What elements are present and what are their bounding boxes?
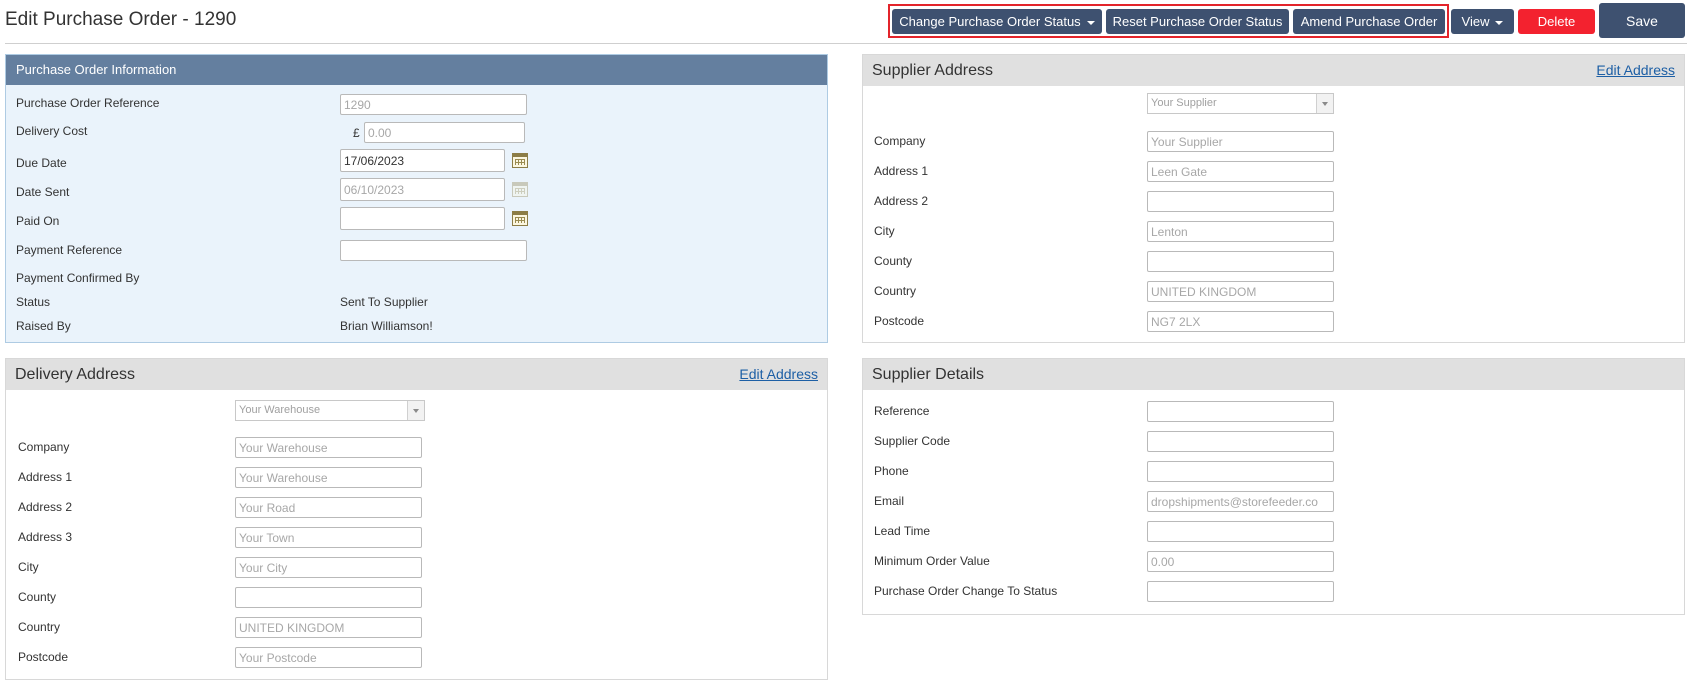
calendar-icon[interactable] (512, 153, 528, 168)
paid-on-input[interactable] (340, 207, 505, 230)
supplier-reference-label: Reference (874, 404, 930, 418)
supplier-city-label: City (874, 224, 895, 238)
delivery-cost-input[interactable] (364, 122, 525, 143)
supplier-postcode-label: Postcode (874, 314, 925, 328)
paid-on-label: Paid On (16, 214, 60, 228)
save-button[interactable]: Save (1599, 3, 1685, 38)
amend-order-button[interactable]: Amend Purchase Order (1293, 9, 1445, 34)
po-change-status-label: Purchase Order Change To Status (874, 584, 1058, 598)
caret-down-icon (1086, 20, 1095, 25)
warehouse-select-value: Your Warehouse (239, 404, 321, 416)
delivery-company-input[interactable] (235, 437, 422, 458)
raised-by-value: Brian Williamson! (340, 319, 433, 333)
po-info-title: Purchase Order Information (6, 55, 827, 85)
raised-by-label: Raised By (16, 319, 71, 333)
supplier-address-panel: Supplier Address Edit Address Your Suppl… (862, 54, 1685, 343)
supplier-phone-label: Phone (874, 464, 909, 478)
currency-symbol: £ (353, 126, 360, 140)
edit-delivery-address-link[interactable]: Edit Address (739, 359, 818, 390)
supplier-email-label: Email (874, 494, 905, 508)
supplier-code-label: Supplier Code (874, 434, 951, 448)
caret-down-icon (1495, 20, 1504, 25)
supplier-details-header: Supplier Details (863, 359, 1684, 390)
delivery-city-input[interactable] (235, 557, 422, 578)
supplier-address-title: Supplier Address (872, 62, 993, 79)
delivery-address3-input[interactable] (235, 527, 422, 548)
supplier-city-input[interactable] (1147, 221, 1334, 242)
po-reference-label: Purchase Order Reference (16, 96, 160, 110)
payment-reference-label: Payment Reference (16, 243, 123, 257)
supplier-country-input[interactable] (1147, 281, 1334, 302)
date-sent-input (340, 178, 505, 201)
supplier-address-header: Supplier Address Edit Address (863, 55, 1684, 86)
status-value: Sent To Supplier (340, 295, 428, 309)
supplier-address1-label: Address 1 (874, 164, 929, 178)
supplier-details-panel: Supplier Details Reference Supplier Code… (862, 358, 1685, 615)
delivery-postcode-input[interactable] (235, 647, 422, 668)
delivery-county-input[interactable] (235, 587, 422, 608)
warehouse-select[interactable]: Your Warehouse (235, 400, 425, 421)
view-label: View (1461, 14, 1490, 29)
supplier-postcode-input[interactable] (1147, 311, 1334, 332)
supplier-county-label: County (874, 254, 913, 268)
supplier-reference-input[interactable] (1147, 401, 1334, 422)
supplier-company-label: Company (874, 134, 926, 148)
supplier-address2-label: Address 2 (874, 194, 929, 208)
payment-confirmed-by-label: Payment Confirmed By (16, 271, 140, 285)
lead-time-input[interactable] (1147, 521, 1334, 542)
minimum-order-value-label: Minimum Order Value (874, 554, 990, 568)
supplier-country-label: Country (874, 284, 917, 298)
view-menu-button[interactable]: View (1451, 9, 1514, 34)
delivery-address-header: Delivery Address Edit Address (6, 359, 827, 390)
due-date-input[interactable] (340, 149, 505, 172)
page-title: Edit Purchase Order - 1290 (5, 9, 237, 30)
chevron-down-icon (1316, 94, 1333, 113)
po-info-panel: Purchase Order Information Purchase Orde… (5, 54, 828, 343)
po-reference-input (340, 94, 527, 115)
delivery-cost-label: Delivery Cost (16, 124, 88, 138)
delivery-company-label: Company (18, 440, 70, 454)
title-divider (5, 43, 1687, 44)
reset-status-button[interactable]: Reset Purchase Order Status (1106, 9, 1289, 34)
minimum-order-value-input[interactable] (1147, 551, 1334, 572)
supplier-details-title: Supplier Details (872, 366, 985, 383)
supplier-phone-input[interactable] (1147, 461, 1334, 482)
delivery-address-panel: Delivery Address Edit Address Your Wareh… (5, 358, 828, 680)
delivery-address-title: Delivery Address (15, 366, 136, 383)
supplier-select-value: Your Supplier (1151, 97, 1217, 109)
supplier-code-input[interactable] (1147, 431, 1334, 452)
delivery-county-label: County (18, 590, 57, 604)
calendar-icon (512, 182, 528, 197)
chevron-down-icon (407, 401, 424, 420)
calendar-icon[interactable] (512, 211, 528, 226)
payment-reference-input[interactable] (340, 240, 527, 261)
due-date-label: Due Date (16, 156, 67, 170)
po-change-status-input[interactable] (1147, 581, 1334, 602)
supplier-email-input[interactable] (1147, 491, 1334, 512)
supplier-company-input[interactable] (1147, 131, 1334, 152)
delivery-address3-label: Address 3 (18, 530, 73, 544)
supplier-address1-input[interactable] (1147, 161, 1334, 182)
delivery-address2-input[interactable] (235, 497, 422, 518)
delivery-country-label: Country (18, 620, 61, 634)
lead-time-label: Lead Time (874, 524, 931, 538)
delivery-address1-label: Address 1 (18, 470, 73, 484)
change-status-label: Change Purchase Order Status (899, 14, 1081, 29)
status-label: Status (16, 295, 51, 309)
date-sent-label: Date Sent (16, 185, 70, 199)
delete-button[interactable]: Delete (1518, 9, 1595, 34)
supplier-address2-input[interactable] (1147, 191, 1334, 212)
delivery-city-label: City (18, 560, 39, 574)
delivery-postcode-label: Postcode (18, 650, 69, 664)
change-status-button[interactable]: Change Purchase Order Status (892, 9, 1102, 34)
delivery-country-input[interactable] (235, 617, 422, 638)
delivery-address1-input[interactable] (235, 467, 422, 488)
supplier-county-input[interactable] (1147, 251, 1334, 272)
supplier-select[interactable]: Your Supplier (1147, 93, 1334, 114)
delivery-address2-label: Address 2 (18, 500, 73, 514)
edit-supplier-address-link[interactable]: Edit Address (1596, 55, 1675, 86)
